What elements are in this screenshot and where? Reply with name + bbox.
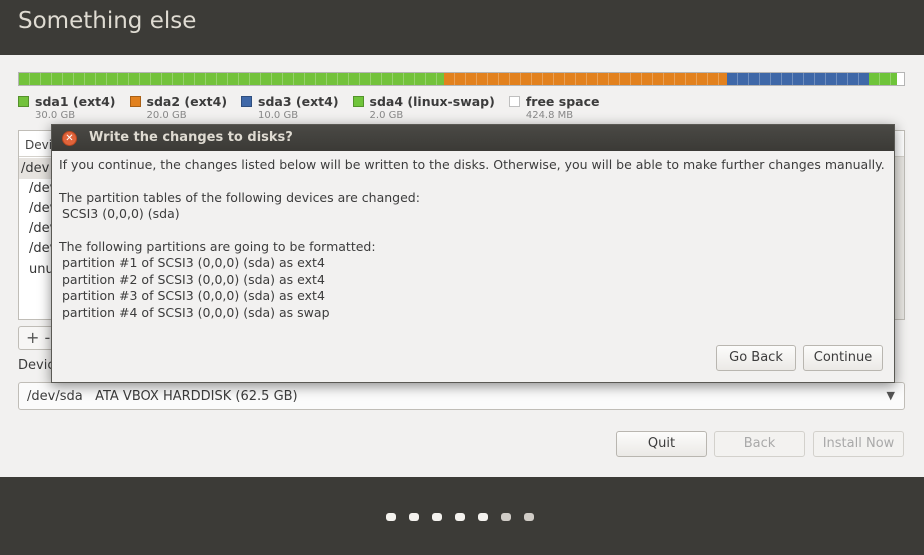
partition-bar-segment-sda3 — [726, 73, 869, 85]
progress-dot — [455, 513, 465, 521]
changed-device-item: SCSI3 (0,0,0) (sda) — [62, 206, 180, 221]
chevron-down-icon[interactable]: ▼ — [887, 389, 895, 402]
go-back-button[interactable]: Go Back — [716, 345, 796, 371]
legend-item-sda2: sda2 (ext4) 20.0 GB — [129, 94, 228, 121]
legend-label: sda3 (ext4) — [258, 94, 339, 109]
partition-bar-segment-sda1 — [19, 73, 444, 85]
format-list-item: partition #2 of SCSI3 (0,0,0) (sda) as e… — [62, 271, 325, 287]
legend-size: 30.0 GB — [35, 110, 76, 121]
dialog-body: If you continue, the changes listed belo… — [59, 157, 889, 321]
partition-bar-segment-sda4 — [868, 73, 897, 85]
progress-dot — [524, 513, 534, 521]
bootloader-device-label: Devic — [18, 358, 55, 373]
progress-dots — [386, 513, 547, 521]
close-icon[interactable]: ✕ — [62, 131, 77, 146]
dialog-intro: If you continue, the changes listed belo… — [59, 157, 885, 172]
back-button[interactable]: Back — [714, 431, 805, 457]
write-changes-dialog: ✕ Write the changes to disks? If you con… — [51, 124, 895, 383]
legend-swatch — [352, 96, 364, 107]
table-row[interactable]: unu — [29, 262, 54, 277]
vertical-scrollbar[interactable] — [894, 157, 904, 319]
progress-dot — [501, 513, 511, 521]
page-title: Something else — [18, 8, 197, 34]
legend-label: sda4 (linux-swap) — [369, 94, 495, 109]
legend-item-sda3: sda3 (ext4) 10.0 GB — [241, 94, 339, 121]
bootloader-device-select[interactable]: /dev/sda ATA VBOX HARDDISK (62.5 GB) ▼ — [18, 382, 905, 410]
legend-swatch — [241, 96, 253, 107]
legend-size: 10.0 GB — [258, 110, 299, 121]
partition-bar — [18, 72, 905, 86]
legend-swatch — [508, 96, 520, 107]
legend-label: sda2 (ext4) — [146, 94, 228, 109]
window-header: Something else — [0, 0, 924, 55]
partition-bar-segment-free — [896, 73, 904, 85]
table-row[interactable]: /dev — [21, 161, 49, 176]
legend-item-sda1: sda1 (ext4) 30.0 GB — [18, 94, 116, 121]
legend-swatch — [18, 96, 29, 107]
dialog-title: Write the changes to disks? — [89, 130, 293, 145]
legend-label: sda1 (ext4) — [35, 94, 116, 109]
format-list-item: partition #4 of SCSI3 (0,0,0) (sda) as s… — [62, 304, 330, 320]
progress-dot — [409, 513, 419, 521]
legend-size: 2.0 GB — [369, 110, 404, 121]
partition-bar-segment-sda2 — [443, 73, 727, 85]
progress-dot — [432, 513, 442, 521]
dialog-titlebar: ✕ Write the changes to disks? — [52, 125, 894, 151]
progress-dot — [386, 513, 396, 521]
legend-size: 424.8 MB — [525, 110, 574, 121]
continue-button[interactable]: Continue — [803, 345, 883, 371]
install-now-button[interactable]: Install Now — [813, 431, 904, 457]
format-list-item: partition #3 of SCSI3 (0,0,0) (sda) as e… — [62, 288, 325, 303]
legend-label: free space — [525, 94, 600, 109]
partition-legend: sda1 (ext4) 30.0 GB sda2 (ext4) 20.0 GB … — [18, 94, 613, 121]
legend-item-free-space: free space 424.8 MB — [508, 94, 600, 121]
legend-size: 20.0 GB — [146, 110, 187, 121]
quit-button[interactable]: Quit — [616, 431, 707, 457]
tables-heading: The partition tables of the following de… — [59, 189, 420, 205]
format-list-item: partition #1 of SCSI3 (0,0,0) (sda) as e… — [62, 255, 325, 270]
progress-dot — [478, 513, 488, 521]
legend-swatch — [129, 96, 141, 107]
format-heading: The following partitions are going to be… — [59, 238, 376, 254]
legend-item-sda4: sda4 (linux-swap) 2.0 GB — [352, 94, 495, 121]
device-select-value: /dev/sda ATA VBOX HARDDISK (62.5 GB) — [27, 389, 298, 404]
